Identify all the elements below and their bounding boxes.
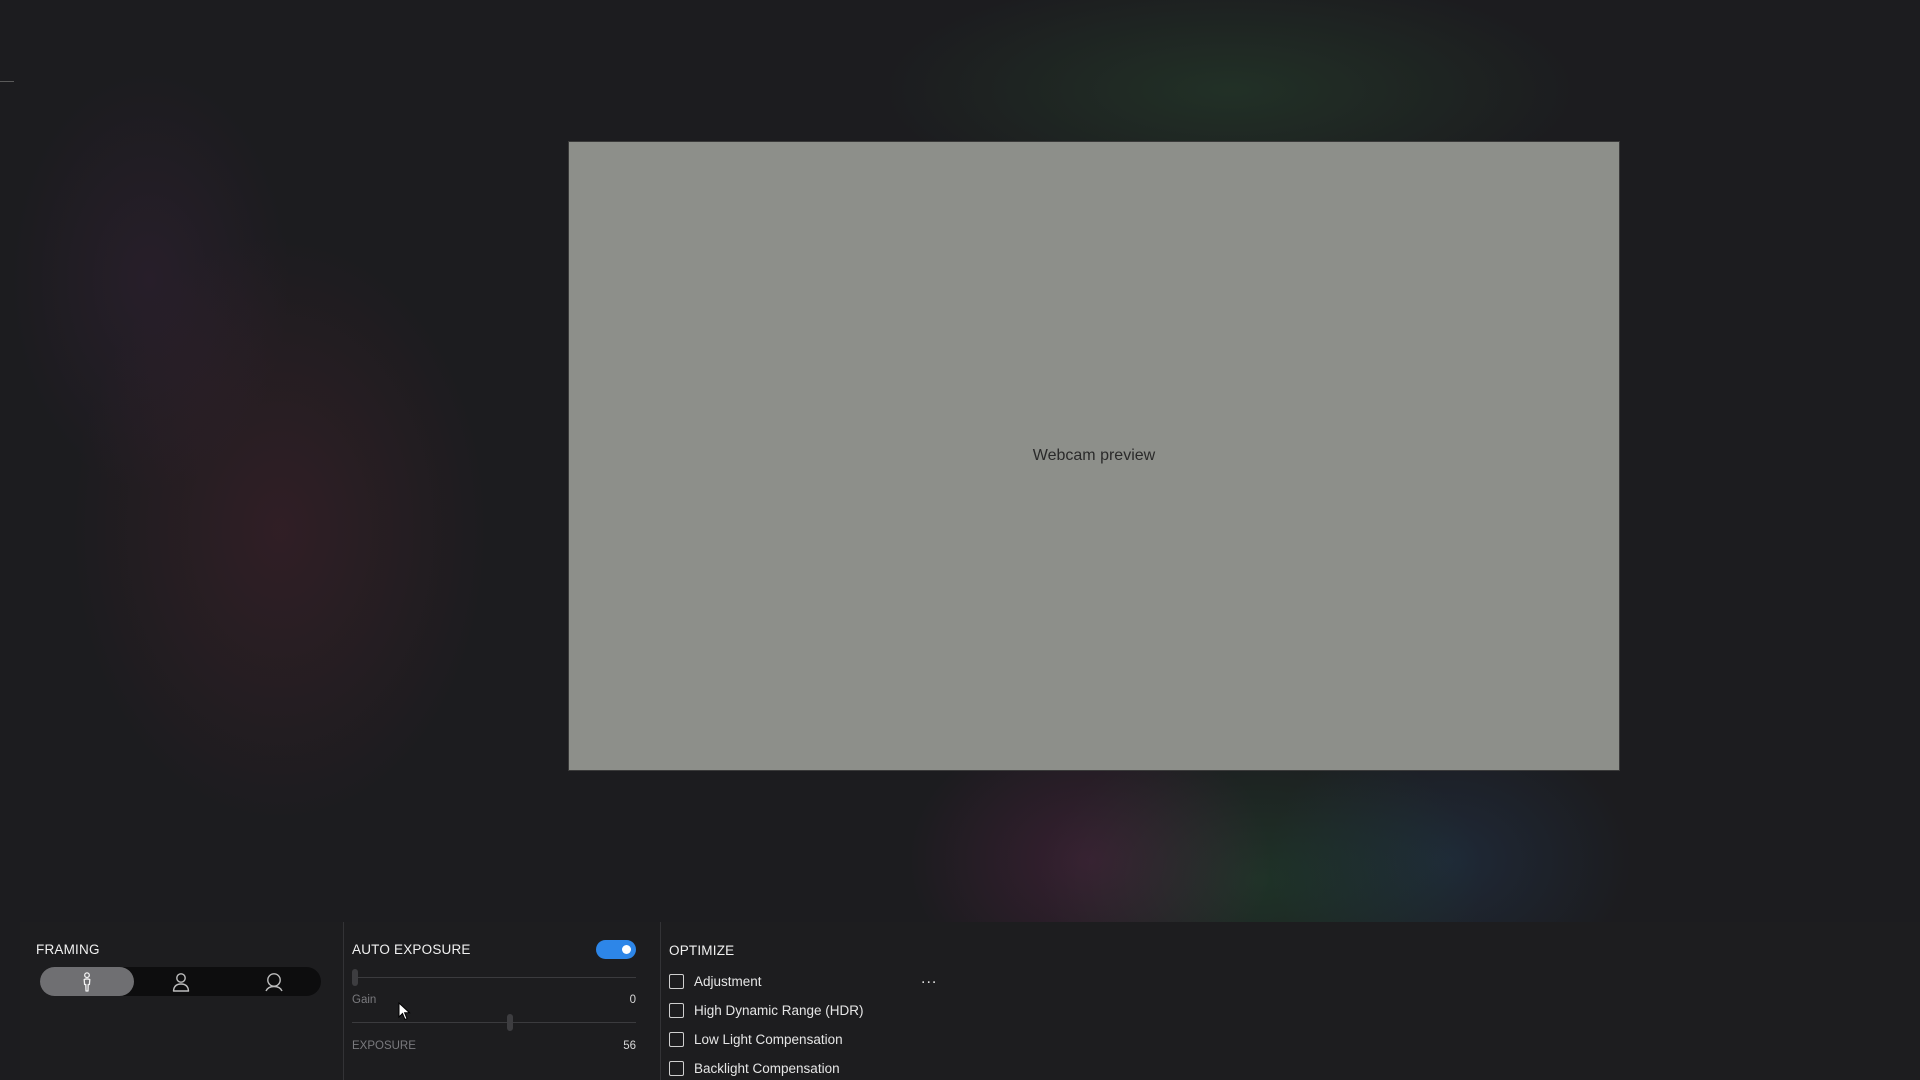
low-light-checkbox[interactable] <box>669 1031 684 1047</box>
optimize-hdr-row[interactable]: High Dynamic Range (HDR) <box>669 1000 864 1020</box>
camera-settings-window: Webcam preview FRAMING AUTO EXPOSURE Gai… <box>0 0 1920 1080</box>
controls-panel: FRAMING AUTO EXPOSURE Gain 0 EXPOSURE 56… <box>20 922 1920 1080</box>
optimize-low-light-row[interactable]: Low Light Compensation <box>669 1029 843 1049</box>
hdr-checkbox[interactable] <box>669 1002 684 1018</box>
camera-preview-image: Webcam preview <box>569 142 1619 770</box>
optimize-backlight-row[interactable]: Backlight Compensation <box>669 1058 840 1078</box>
low-light-label: Low Light Compensation <box>694 1031 843 1047</box>
adjustment-label: Adjustment <box>694 973 762 989</box>
camera-preview: Webcam preview <box>568 141 1620 771</box>
adjustment-checkbox[interactable] <box>669 973 684 989</box>
window-edge-line <box>0 81 14 82</box>
backlight-checkbox[interactable] <box>669 1060 684 1076</box>
hdr-label: High Dynamic Range (HDR) <box>694 1002 864 1018</box>
mouse-cursor-icon <box>398 1002 411 1021</box>
backlight-label: Backlight Compensation <box>694 1060 840 1076</box>
optimize-adjustment-row[interactable]: Adjustment <box>669 971 762 991</box>
optimize-title: OPTIMIZE <box>669 943 735 958</box>
adjustment-more-button[interactable]: ... <box>921 971 937 987</box>
optimize-section: OPTIMIZE Adjustment ... High Dynamic Ran… <box>20 922 1020 1080</box>
